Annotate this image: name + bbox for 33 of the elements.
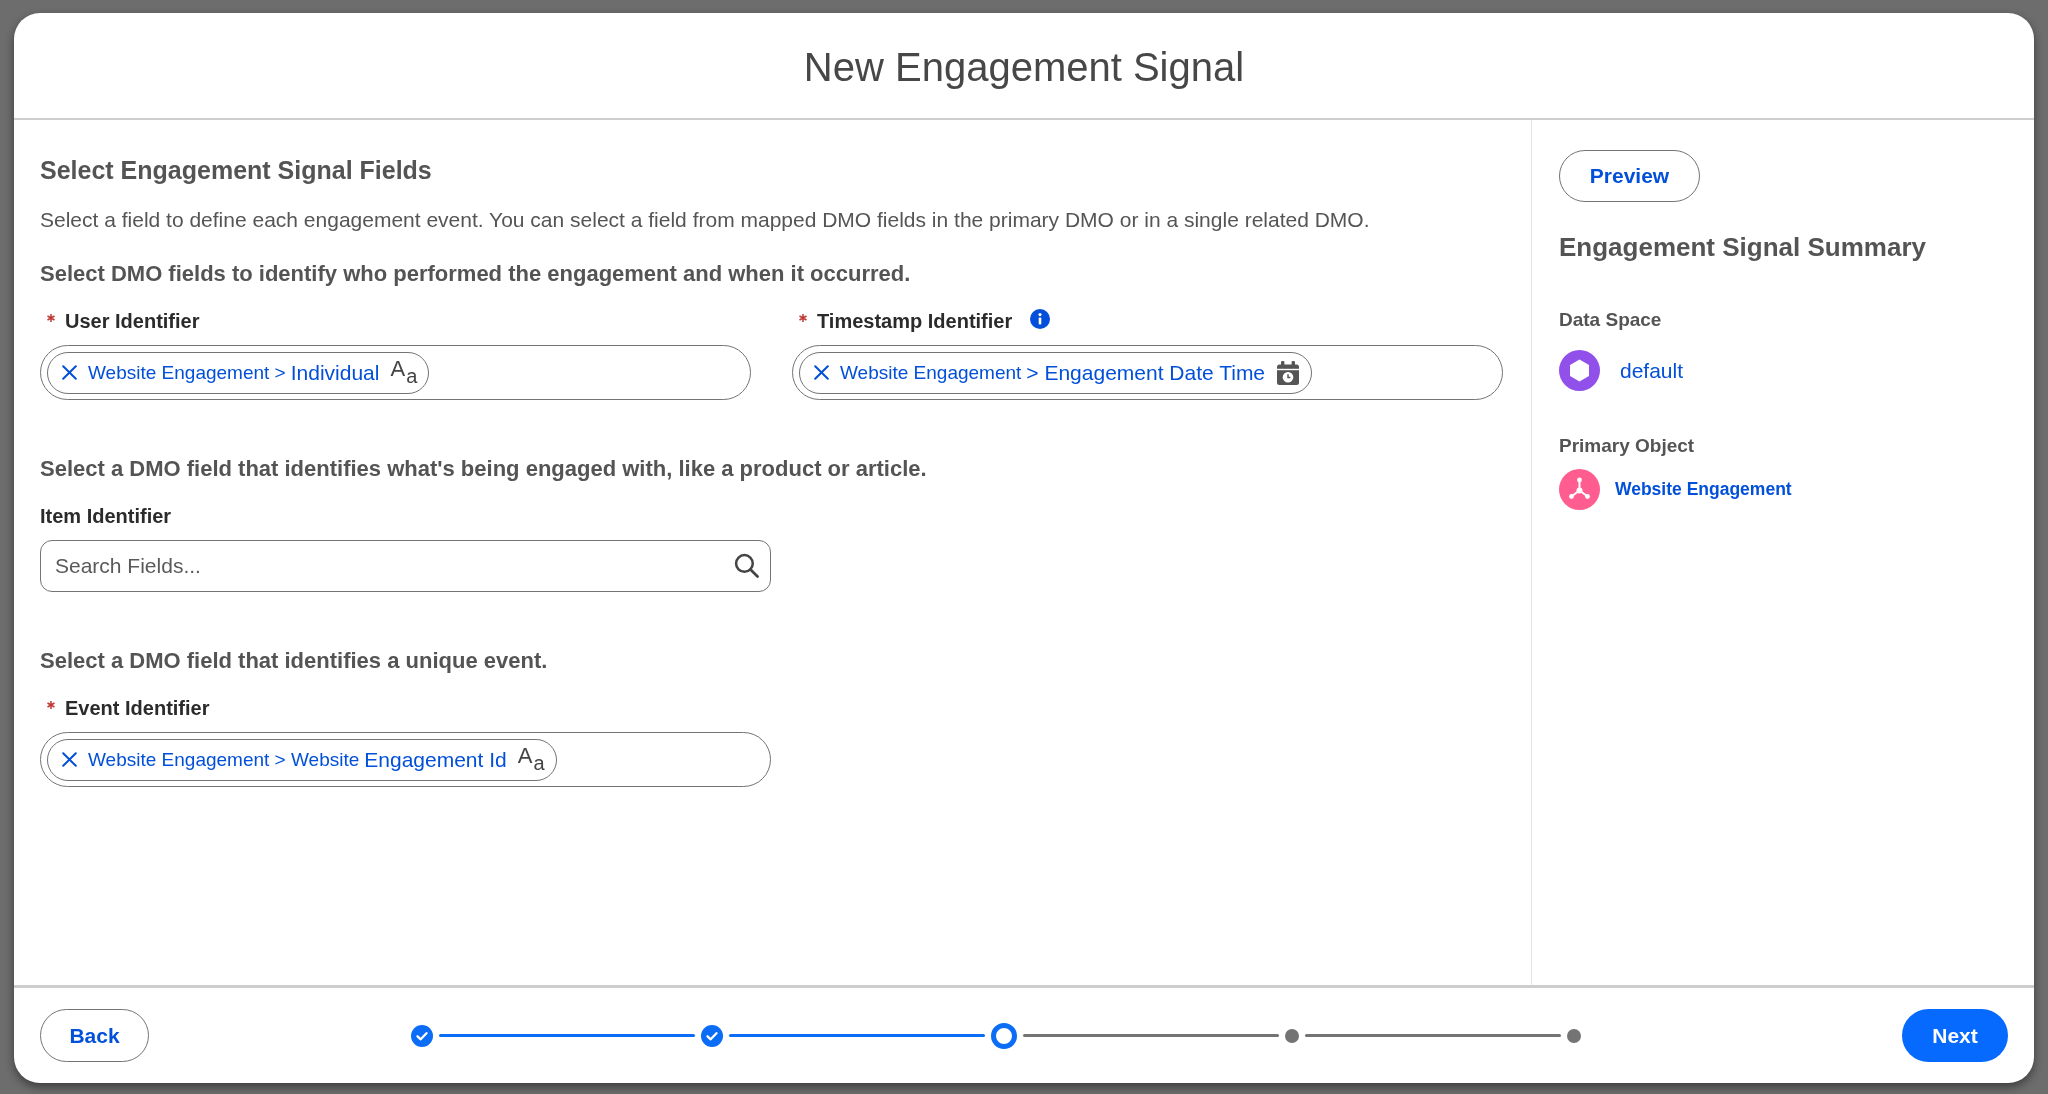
preview-button[interactable]: Preview (1559, 150, 1700, 202)
network-icon (1559, 469, 1600, 510)
info-icon[interactable] (1030, 309, 1051, 329)
close-icon[interactable] (814, 365, 829, 380)
object-path-text: Website Engagement > (88, 361, 286, 384)
section-heading: Select a DMO field that identifies what's being engaged with, like a product or article. (40, 455, 928, 483)
summary-value-link[interactable]: default (1620, 358, 1684, 383)
summary-label: Primary Object (1559, 434, 1696, 458)
field-name-text: > Engagement Date Time (1026, 360, 1266, 385)
lookup-field[interactable]: Website Engagement > Engagement Date Time (792, 345, 1503, 400)
field-name-text: Engagement Id (364, 747, 507, 772)
field-label: Event Identifier (65, 696, 210, 721)
field-label: User Identifier (65, 309, 200, 334)
field-label: Item Identifier (40, 504, 172, 529)
object-path-text: Website Engagement > Website (88, 748, 360, 771)
description-text: Select a field to define each engagement event. You can select a field from mapped DMO fields in the primary DMO or in a single related DMO. (40, 207, 1371, 233)
close-icon[interactable] (62, 365, 77, 380)
search-field[interactable]: Search Fields... (40, 540, 771, 592)
back-button[interactable]: Back (40, 1009, 149, 1062)
field-name-text: Individual (290, 360, 380, 385)
summary-value-link[interactable]: Website Engagement (1615, 479, 1792, 500)
search-icon[interactable] (734, 553, 759, 578)
modal-title: New Engagement Signal (803, 44, 1245, 91)
form-heading: Select Engagement Signal Fields (40, 155, 433, 185)
section-heading: Select DMO fields to identify who performed the engagement and when it occurred. (40, 260, 912, 288)
object-path-text: Website Engagement (840, 361, 1022, 384)
summary-title: Engagement Signal Summary (1559, 231, 1927, 263)
calendar-clock-icon (1276, 360, 1301, 385)
field-label: Timestamp Identifier (817, 309, 1013, 334)
summary-label: Data Space (1559, 308, 1663, 332)
close-icon[interactable] (62, 752, 77, 767)
next-button[interactable]: Next (1902, 1009, 2008, 1062)
section-heading: Select a DMO field that identifies a unique event. (40, 647, 549, 675)
